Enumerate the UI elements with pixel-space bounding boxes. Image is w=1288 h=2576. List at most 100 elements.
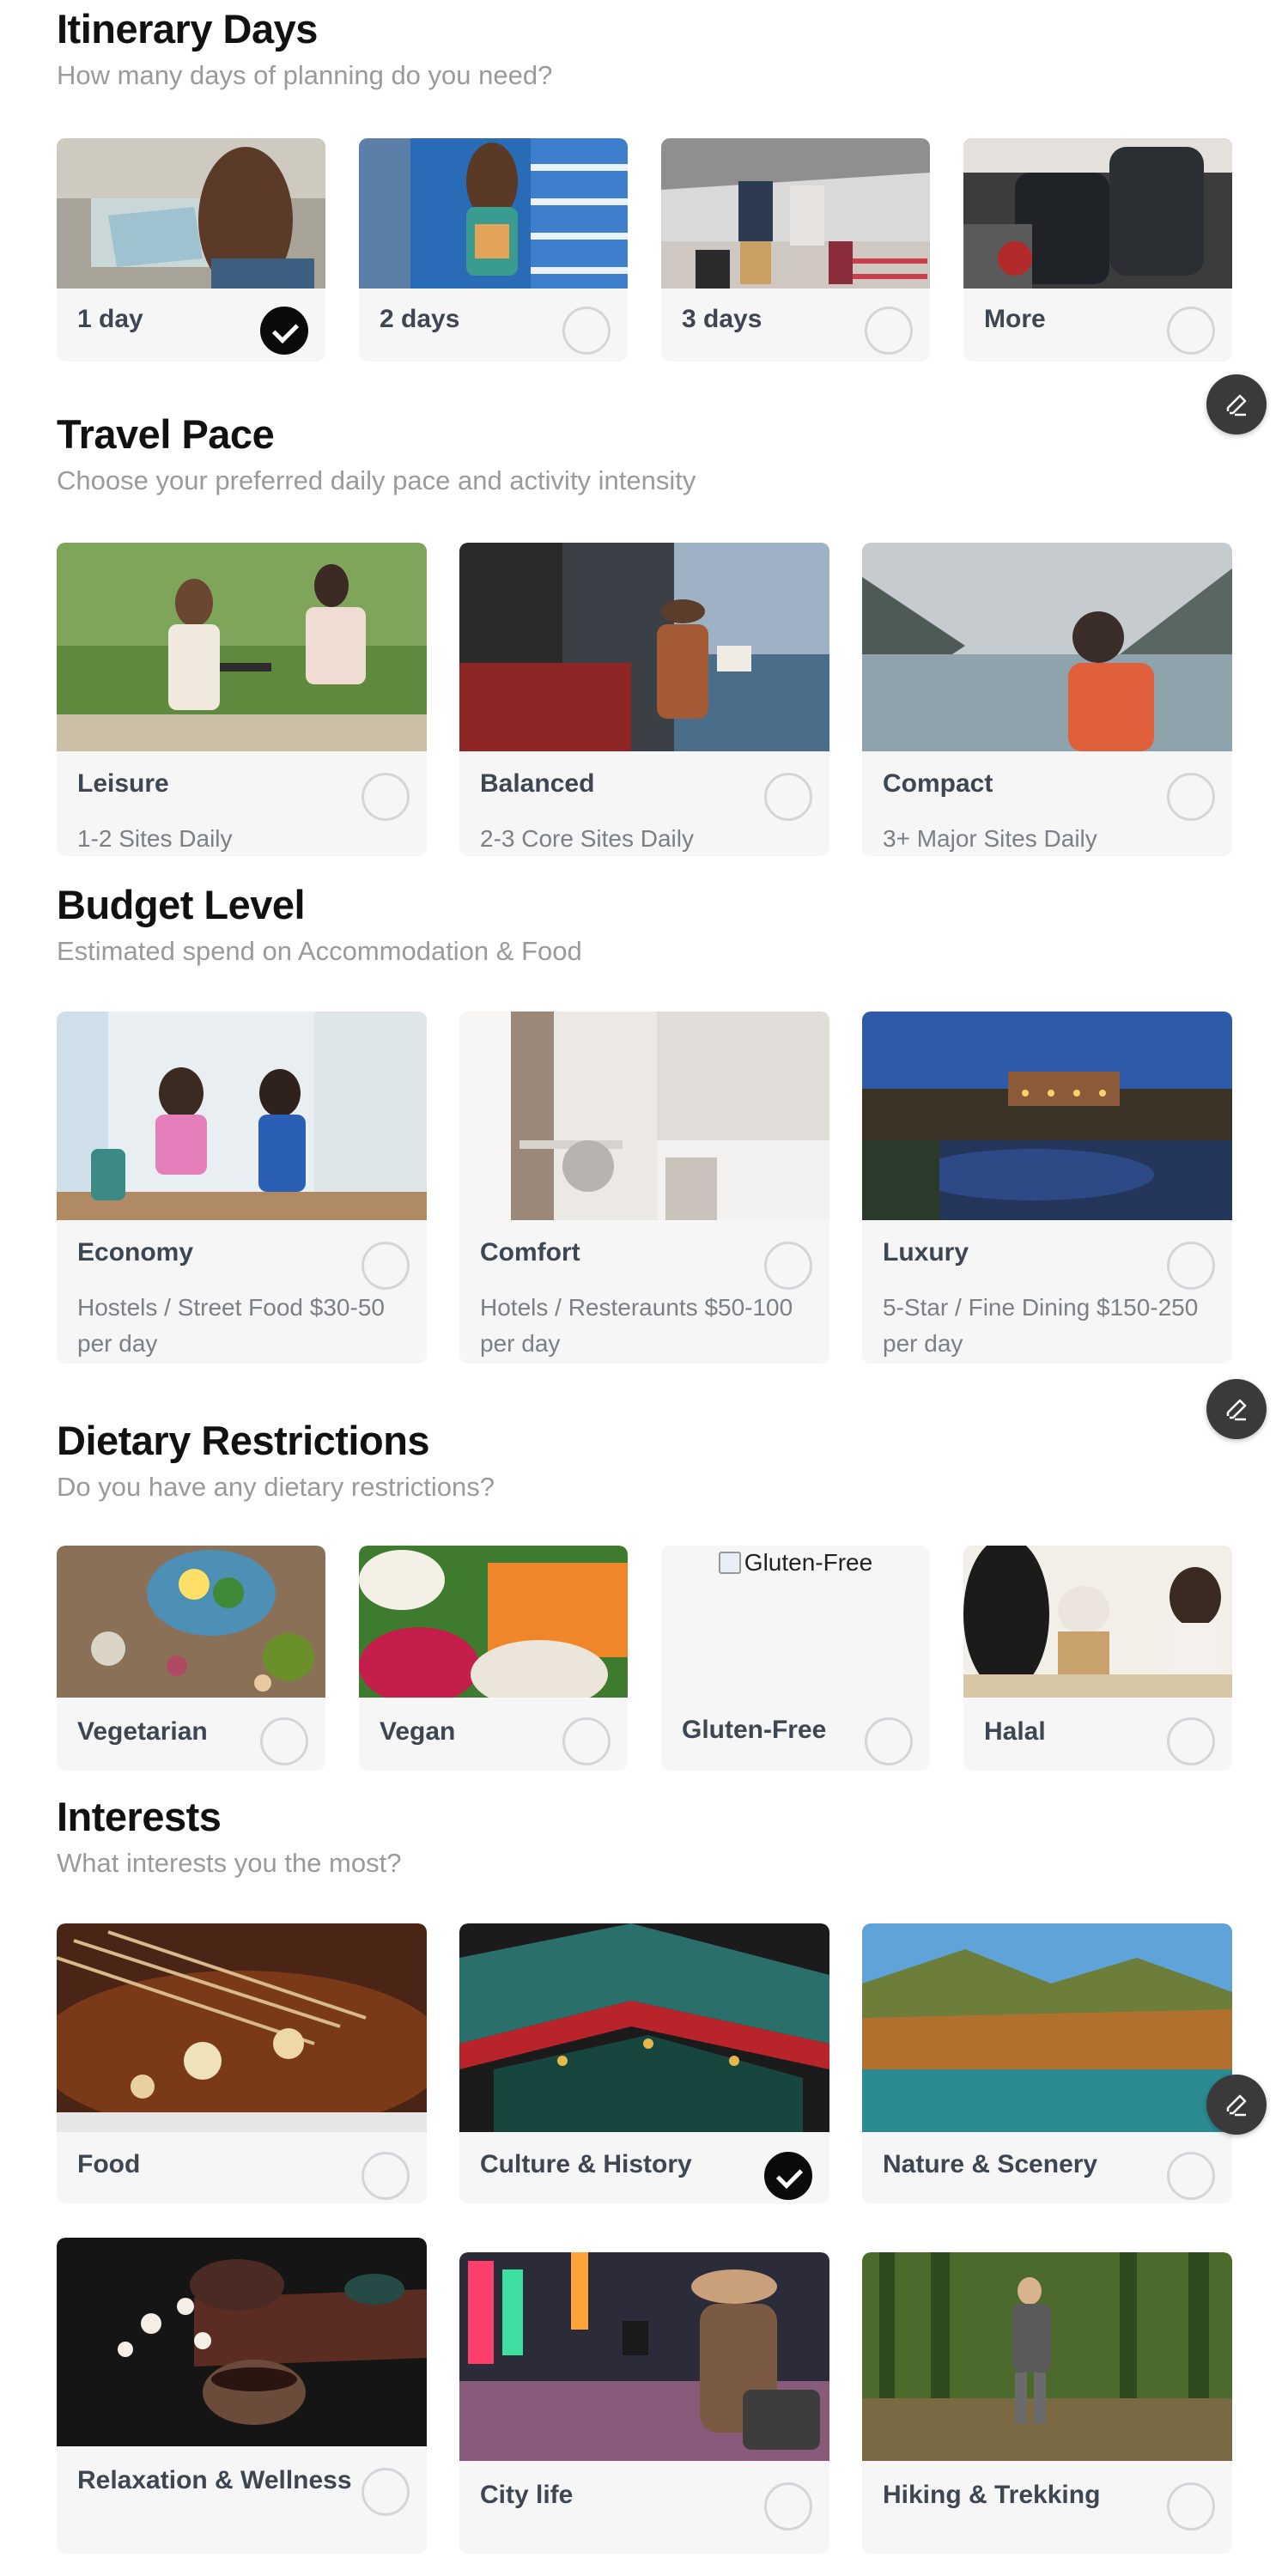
map-reading-photo [57, 138, 325, 289]
option-description: 2-3 Core Sites Daily [480, 825, 694, 852]
hostel-room-photo [57, 1012, 427, 1220]
backpack-gear-photo [963, 138, 1232, 289]
radio-button[interactable] [361, 1242, 410, 1290]
radio-button[interactable] [764, 1242, 812, 1290]
section-subtitle: Estimated spend on Accommodation & Food [57, 936, 582, 966]
mountain-lake-photo [862, 1923, 1232, 2132]
broken-image-alt-text: Gluten-Free [718, 1549, 872, 1577]
lake-hiker-photo [862, 543, 1232, 751]
section-subtitle: Choose your preferred daily pace and act… [57, 465, 696, 495]
edit-button[interactable] [1206, 2075, 1267, 2135]
luxury-resort-photo [862, 1012, 1232, 1220]
vegetarian-food-photo [57, 1546, 325, 1698]
stairs-backpacker-photo [359, 138, 628, 289]
option-label: Comfort [480, 1238, 580, 1267]
radio-button[interactable] [1167, 773, 1215, 821]
option-label: Relaxation & Wellness [77, 2466, 352, 2494]
option-card-luxury[interactable]: Luxury 5-Star / Fine Dining $150-250 per… [862, 1012, 1232, 1364]
section-subtitle: What interests you the most? [57, 1848, 402, 1878]
section-title: Itinerary Days [57, 6, 318, 52]
radio-button[interactable] [361, 773, 410, 821]
city-street-photo [459, 2252, 829, 2461]
option-label: Economy [77, 1238, 194, 1267]
forest-hiker-photo [862, 2252, 1232, 2461]
pencil-icon [1226, 2094, 1247, 2117]
option-description: Hostels / Street Food $30-50 per day [77, 1294, 385, 1357]
section-title: Interests [57, 1794, 222, 1839]
option-card-3-days[interactable]: 3 days [661, 138, 930, 361]
option-label: Culture & History [480, 2150, 692, 2178]
section-title: Travel Pace [57, 411, 275, 457]
budget-level-section: Budget Level Estimated spend on Accommod… [57, 881, 1233, 1364]
radio-button[interactable] [764, 2482, 812, 2530]
option-card-2-days[interactable]: 2 days [359, 138, 628, 361]
option-label: Halal [984, 1717, 1046, 1746]
option-label: Compact [883, 769, 993, 798]
hotel-room-photo [459, 1012, 829, 1220]
radio-button[interactable] [361, 2468, 410, 2516]
tea-set-photo [57, 2238, 427, 2446]
option-label: 2 days [380, 305, 460, 333]
option-label: City life [480, 2481, 574, 2509]
option-description: 3+ Major Sites Daily [883, 825, 1097, 852]
vegan-produce-photo [359, 1546, 628, 1698]
family-cooking-photo [963, 1546, 1232, 1698]
option-label: More [984, 305, 1046, 333]
option-description: Hotels / Resteraunts $50-100 per day [480, 1294, 793, 1357]
broken-image-icon [718, 1552, 741, 1574]
radio-button[interactable] [1167, 2482, 1215, 2530]
radio-button[interactable] [865, 1717, 913, 1765]
option-label: 1 day [77, 305, 143, 333]
option-label: 3 days [682, 305, 762, 333]
option-label: Leisure [77, 769, 169, 798]
option-card-leisure[interactable]: Leisure 1-2 Sites Daily [57, 543, 427, 856]
option-card-vegetarian[interactable]: Vegetarian [57, 1546, 325, 1771]
option-card-compact[interactable]: Compact 3+ Major Sites Daily [862, 543, 1232, 856]
option-description: 5-Star / Fine Dining $150-250 per day [883, 1294, 1199, 1357]
interests-section: Interests What interests you the most? F… [57, 1793, 1233, 2554]
section-subtitle: How many days of planning do you need? [57, 60, 553, 90]
radio-button[interactable] [562, 1717, 611, 1765]
option-label: Food [77, 2150, 141, 2178]
option-card-comfort[interactable]: Comfort Hotels / Resteraunts $50-100 per… [459, 1012, 829, 1364]
option-label: Nature & Scenery [883, 2150, 1098, 2178]
option-label: Luxury [883, 1238, 969, 1267]
option-label: Vegetarian [77, 1717, 208, 1746]
option-label: Balanced [480, 769, 595, 798]
option-card-balanced[interactable]: Balanced 2-3 Core Sites Daily [459, 543, 829, 856]
option-card-economy[interactable]: Economy Hostels / Street Food $30-50 per… [57, 1012, 427, 1364]
skewer-hotpot-photo [57, 1923, 427, 2132]
option-label: Hiking & Trekking [883, 2481, 1101, 2509]
option-card-gluten-free[interactable]: Gluten-Free Gluten-Free [661, 1546, 930, 1771]
section-subtitle: Do you have any dietary restrictions? [57, 1472, 495, 1502]
checkmark-icon[interactable] [764, 2152, 812, 2200]
traveler-map-photo [459, 543, 829, 751]
section-title: Dietary Restrictions [57, 1418, 430, 1463]
option-card-city-life[interactable]: City life [459, 2252, 829, 2554]
section-title: Budget Level [57, 882, 306, 927]
option-card-more[interactable]: More [963, 138, 1232, 361]
dietary-restrictions-section: Dietary Restrictions Do you have any die… [57, 1417, 1233, 1771]
radio-button[interactable] [361, 2152, 410, 2200]
option-card-relaxation-wellness[interactable]: Relaxation & Wellness [57, 2238, 427, 2554]
option-card-food[interactable]: Food [57, 1923, 427, 2203]
radio-button[interactable] [260, 1717, 308, 1765]
radio-button[interactable] [1167, 1717, 1215, 1765]
radio-button[interactable] [865, 307, 913, 355]
option-description: 1-2 Sites Daily [77, 825, 233, 852]
option-card-halal[interactable]: Halal [963, 1546, 1232, 1771]
radio-button[interactable] [1167, 1242, 1215, 1290]
option-card-culture-history[interactable]: Culture & History [459, 1923, 829, 2203]
radio-button[interactable] [1167, 307, 1215, 355]
option-card-hiking-trekking[interactable]: Hiking & Trekking [862, 2252, 1232, 2554]
radio-button[interactable] [764, 773, 812, 821]
option-card-vegan[interactable]: Vegan [359, 1546, 628, 1771]
checkmark-icon[interactable] [260, 307, 308, 355]
option-label: Vegan [380, 1717, 456, 1746]
travel-pace-section: Travel Pace Choose your preferred daily … [57, 410, 1233, 856]
radio-button[interactable] [562, 307, 611, 355]
option-card-1-day[interactable]: 1 day [57, 138, 325, 361]
couple-cafe-photo [57, 543, 427, 751]
radio-button[interactable] [1167, 2152, 1215, 2200]
option-card-nature-scenery[interactable]: Nature & Scenery [862, 1923, 1232, 2203]
